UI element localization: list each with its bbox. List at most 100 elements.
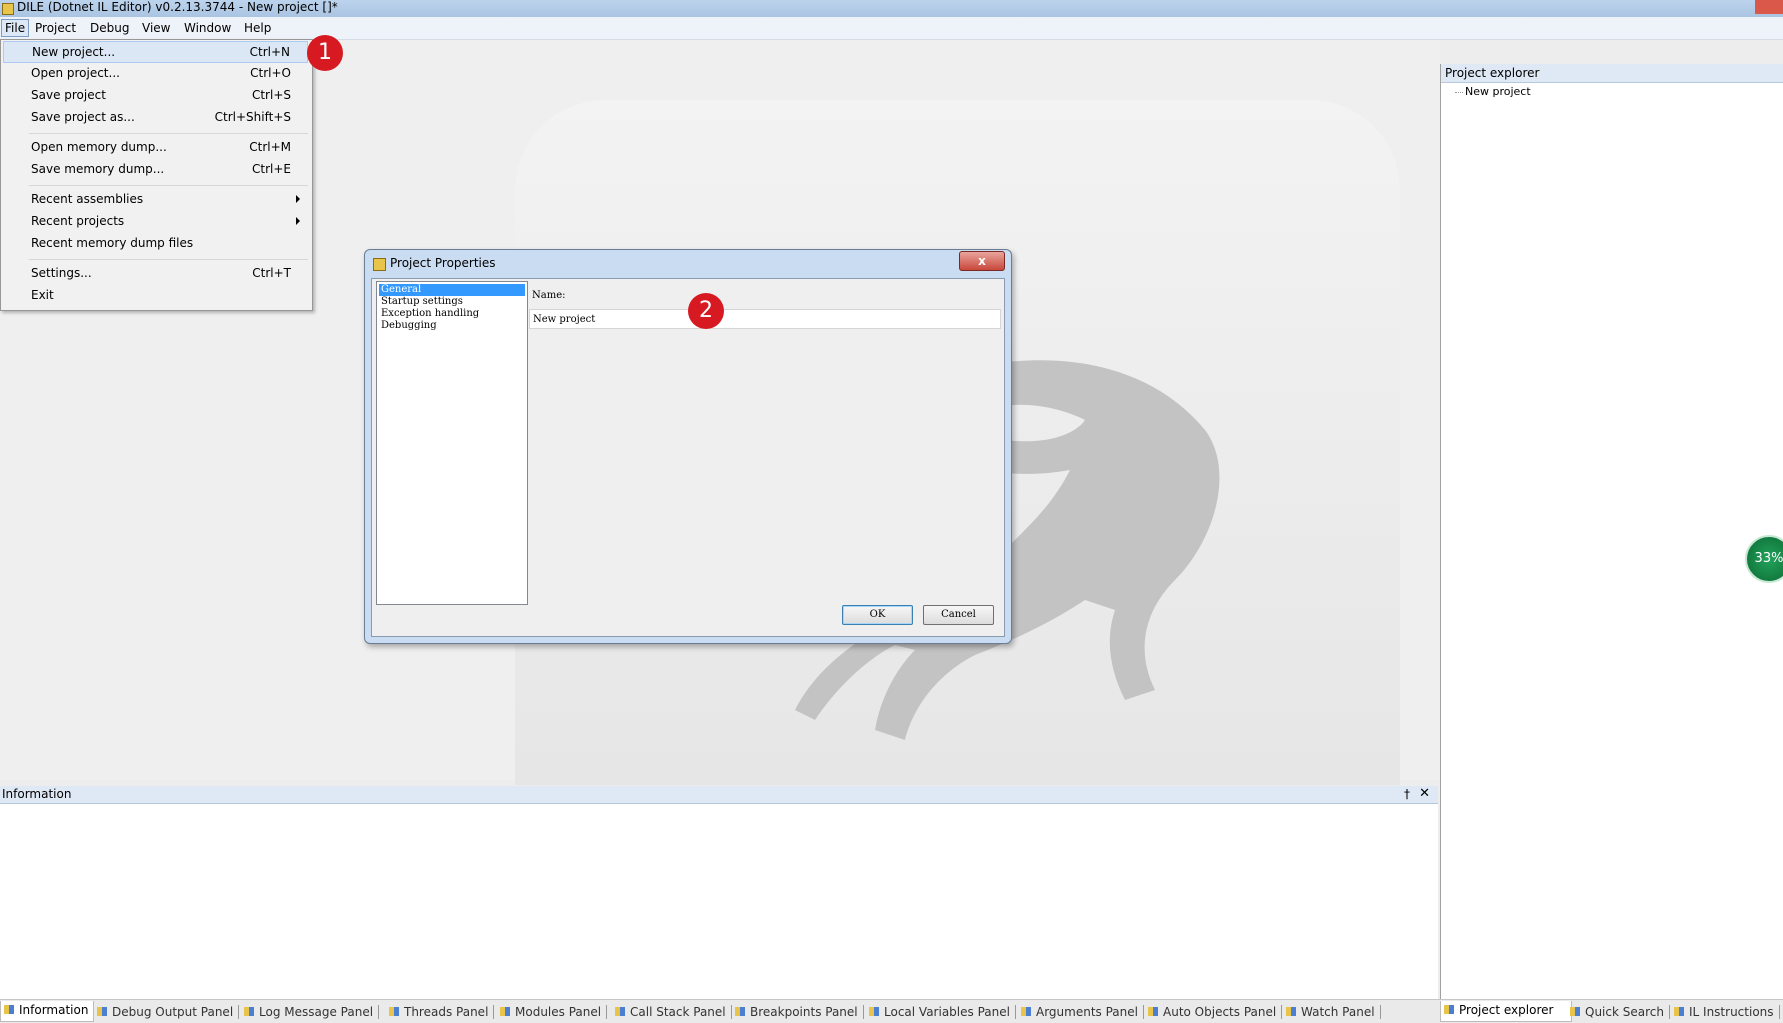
dialog-icon (373, 258, 386, 271)
tab-threads-panel[interactable]: Threads Panel (386, 1003, 495, 1021)
menu-item-label: Open project... (31, 66, 120, 80)
tab-label: Modules Panel (515, 1005, 602, 1019)
panel-icon (244, 1007, 254, 1016)
dialog-close-button[interactable]: x (959, 251, 1005, 271)
menu-item-open-project[interactable]: Open project... Ctrl+O (3, 63, 308, 85)
menu-item-new-project[interactable]: New project... Ctrl+N (3, 41, 308, 63)
menu-item-save-memory-dump[interactable]: Save memory dump... Ctrl+E (3, 159, 308, 181)
information-panel-header: Information † ✕ (0, 786, 1438, 804)
cancel-button[interactable]: Cancel (923, 605, 994, 625)
tab-label: Watch Panel (1301, 1005, 1375, 1019)
panel-icon (97, 1007, 107, 1016)
information-panel: Information † ✕ (0, 786, 1438, 999)
menu-item-shortcut: Ctrl+S (251, 88, 291, 102)
menu-item-save-project-as[interactable]: Save project as... Ctrl+Shift+S (3, 107, 308, 129)
panel-icon (1570, 1007, 1580, 1016)
panel-icon (1444, 1005, 1454, 1014)
tab-quick-search[interactable]: Quick Search (1567, 1003, 1670, 1021)
window-title: DILE (Dotnet IL Editor) v0.2.13.3744 - N… (17, 0, 338, 14)
callout-badge-2: 2 (688, 293, 724, 329)
panel-icon (389, 1007, 399, 1016)
tab-label: Threads Panel (404, 1005, 489, 1019)
menu-item-label: Save project as... (31, 110, 135, 124)
category-item-startup-settings[interactable]: Startup settings (379, 296, 525, 308)
project-explorer-panel: Project explorer New project (1440, 64, 1783, 1022)
settings-category-list: General Startup settings Exception handl… (376, 281, 528, 605)
tab-label: Information (19, 1003, 89, 1017)
submenu-arrow-icon (296, 195, 300, 203)
menu-item-recent-memory-dump-files[interactable]: Recent memory dump files (3, 233, 308, 255)
tab-label: IL Instructions (1689, 1005, 1774, 1019)
panel-icon (500, 1007, 510, 1016)
tab-label: Breakpoints Panel (750, 1005, 858, 1019)
tab-breakpoints-panel[interactable]: Breakpoints Panel (732, 1003, 864, 1021)
tab-modules-panel[interactable]: Modules Panel (497, 1003, 608, 1021)
menu-item-open-memory-dump[interactable]: Open memory dump... Ctrl+M (3, 137, 308, 159)
project-explorer-title: Project explorer (1445, 66, 1540, 80)
menu-item-label: Recent memory dump files (31, 236, 194, 250)
information-panel-title: Information (2, 787, 72, 801)
menu-separator (29, 185, 308, 186)
callout-badge-1: 1 (307, 35, 343, 71)
title-bar: DILE (Dotnet IL Editor) v0.2.13.3744 - N… (0, 0, 1783, 17)
category-item-exception-handling[interactable]: Exception handling (379, 308, 525, 320)
menu-view[interactable]: View (139, 20, 173, 36)
panel-icon (1148, 1007, 1158, 1016)
menu-help[interactable]: Help (241, 20, 274, 36)
menu-project[interactable]: Project (32, 20, 79, 36)
menu-item-save-project[interactable]: Save project Ctrl+S (3, 85, 308, 107)
bottom-tab-strip: Information Debug Output Panel Log Messa… (0, 999, 1783, 1023)
menu-item-label: Open memory dump... (31, 140, 167, 154)
tab-local-variables-panel[interactable]: Local Variables Panel (866, 1003, 1016, 1021)
tab-call-stack-panel[interactable]: Call Stack Panel (612, 1003, 732, 1021)
menu-file[interactable]: File (1, 19, 30, 37)
app-icon (2, 3, 14, 15)
menu-item-shortcut: Ctrl+E (252, 162, 291, 176)
dialog-title: Project Properties (390, 256, 496, 270)
dialog-body: General Startup settings Exception handl… (371, 278, 1005, 637)
panel-icon (1021, 1007, 1031, 1016)
panel-icon (1286, 1007, 1296, 1016)
ok-button[interactable]: OK (842, 605, 913, 625)
menu-item-shortcut: Ctrl+T (252, 266, 291, 280)
submenu-arrow-icon (296, 217, 300, 225)
project-name-input[interactable]: New project (529, 309, 1001, 329)
tree-node-new-project[interactable]: New project (1465, 85, 1531, 98)
menu-item-shortcut: Ctrl+N (249, 45, 290, 59)
category-item-general[interactable]: General (379, 284, 525, 296)
close-icon[interactable]: ✕ (1419, 786, 1430, 801)
tab-project-explorer[interactable]: Project explorer (1440, 1001, 1572, 1022)
menu-item-label: Save project (31, 88, 106, 102)
menu-item-label: Exit (31, 288, 54, 302)
tab-il-instructions[interactable]: IL Instructions (1671, 1003, 1780, 1021)
tab-watch-panel[interactable]: Watch Panel (1283, 1003, 1381, 1021)
tab-label: Quick Search (1585, 1005, 1664, 1019)
category-item-debugging[interactable]: Debugging (379, 320, 525, 332)
menu-item-recent-projects[interactable]: Recent projects (3, 211, 308, 233)
tab-arguments-panel[interactable]: Arguments Panel (1018, 1003, 1144, 1021)
file-dropdown-menu: New project... Ctrl+N Open project... Ct… (0, 39, 313, 311)
menu-item-recent-assemblies[interactable]: Recent assemblies (3, 189, 308, 211)
tab-label: Auto Objects Panel (1163, 1005, 1277, 1019)
menu-item-exit[interactable]: Exit (3, 285, 308, 307)
menu-item-label: Save memory dump... (31, 162, 165, 176)
menu-item-label: Recent projects (31, 214, 125, 228)
panel-icon (1674, 1007, 1684, 1016)
menu-item-shortcut: Ctrl+O (250, 66, 291, 80)
tab-label: Arguments Panel (1036, 1005, 1138, 1019)
tab-label: Call Stack Panel (630, 1005, 726, 1019)
menu-item-settings[interactable]: Settings... Ctrl+T (3, 263, 308, 285)
pin-icon[interactable]: † (1404, 787, 1410, 801)
menu-item-shortcut: Ctrl+M (249, 140, 291, 154)
menu-window[interactable]: Window (181, 20, 234, 36)
window-close-button[interactable] (1755, 0, 1783, 14)
panel-icon (869, 1007, 879, 1016)
menu-separator (29, 133, 308, 134)
tab-information[interactable]: Information (0, 1001, 94, 1022)
menu-item-label: New project... (32, 45, 116, 59)
tab-auto-objects-panel[interactable]: Auto Objects Panel (1145, 1003, 1283, 1021)
menu-separator (29, 259, 308, 260)
tab-log-message-panel[interactable]: Log Message Panel (241, 1003, 380, 1021)
menu-debug[interactable]: Debug (87, 20, 132, 36)
tab-debug-output-panel[interactable]: Debug Output Panel (94, 1003, 240, 1021)
